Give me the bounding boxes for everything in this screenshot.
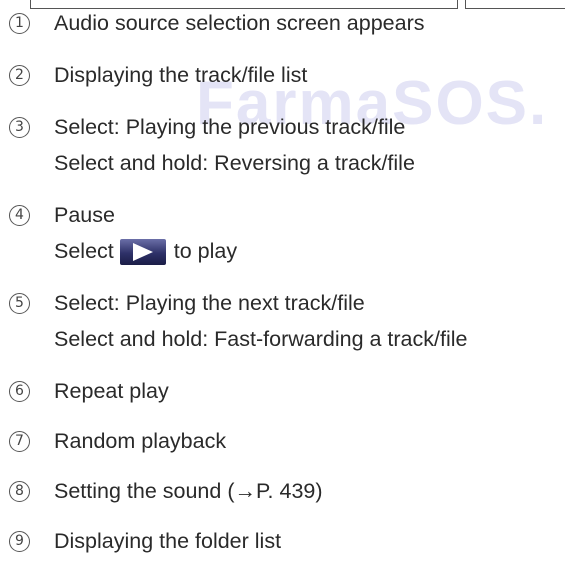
item-number: 1: [9, 13, 30, 34]
item-number: 3: [9, 117, 30, 138]
item-text: Select and hold: Fast-forwarding a track…: [54, 327, 468, 351]
select-to-play-line: Select to play: [54, 238, 238, 266]
item-text: Repeat play: [54, 379, 169, 403]
item-number: 8: [9, 481, 30, 502]
item-text: Displaying the track/file list: [54, 63, 308, 87]
item-number: 6: [9, 381, 30, 402]
item-text: Random playback: [54, 429, 227, 453]
play-icon: [119, 239, 166, 266]
item-number: 4: [9, 205, 30, 226]
item-number: 2: [9, 65, 30, 86]
item-text: Select and hold: Reversing a track/file: [54, 151, 415, 175]
top-frame-left: [30, 0, 458, 9]
item-number: 7: [9, 431, 30, 452]
item-text: Pause: [54, 203, 115, 227]
item-text: Select: Playing the next track/file: [54, 291, 365, 315]
item-number: 9: [9, 531, 30, 552]
item-text: Displaying the folder list: [54, 529, 282, 553]
top-frame-right: [465, 0, 565, 9]
to-play-label: to play: [173, 239, 238, 263]
item-number: 5: [9, 293, 30, 314]
item-text: Select: Playing the previous track/file: [54, 115, 406, 139]
select-label: Select: [54, 239, 114, 263]
item-text: Audio source selection screen appears: [54, 11, 425, 35]
item-text: Setting the sound (→P. 439): [54, 479, 323, 503]
